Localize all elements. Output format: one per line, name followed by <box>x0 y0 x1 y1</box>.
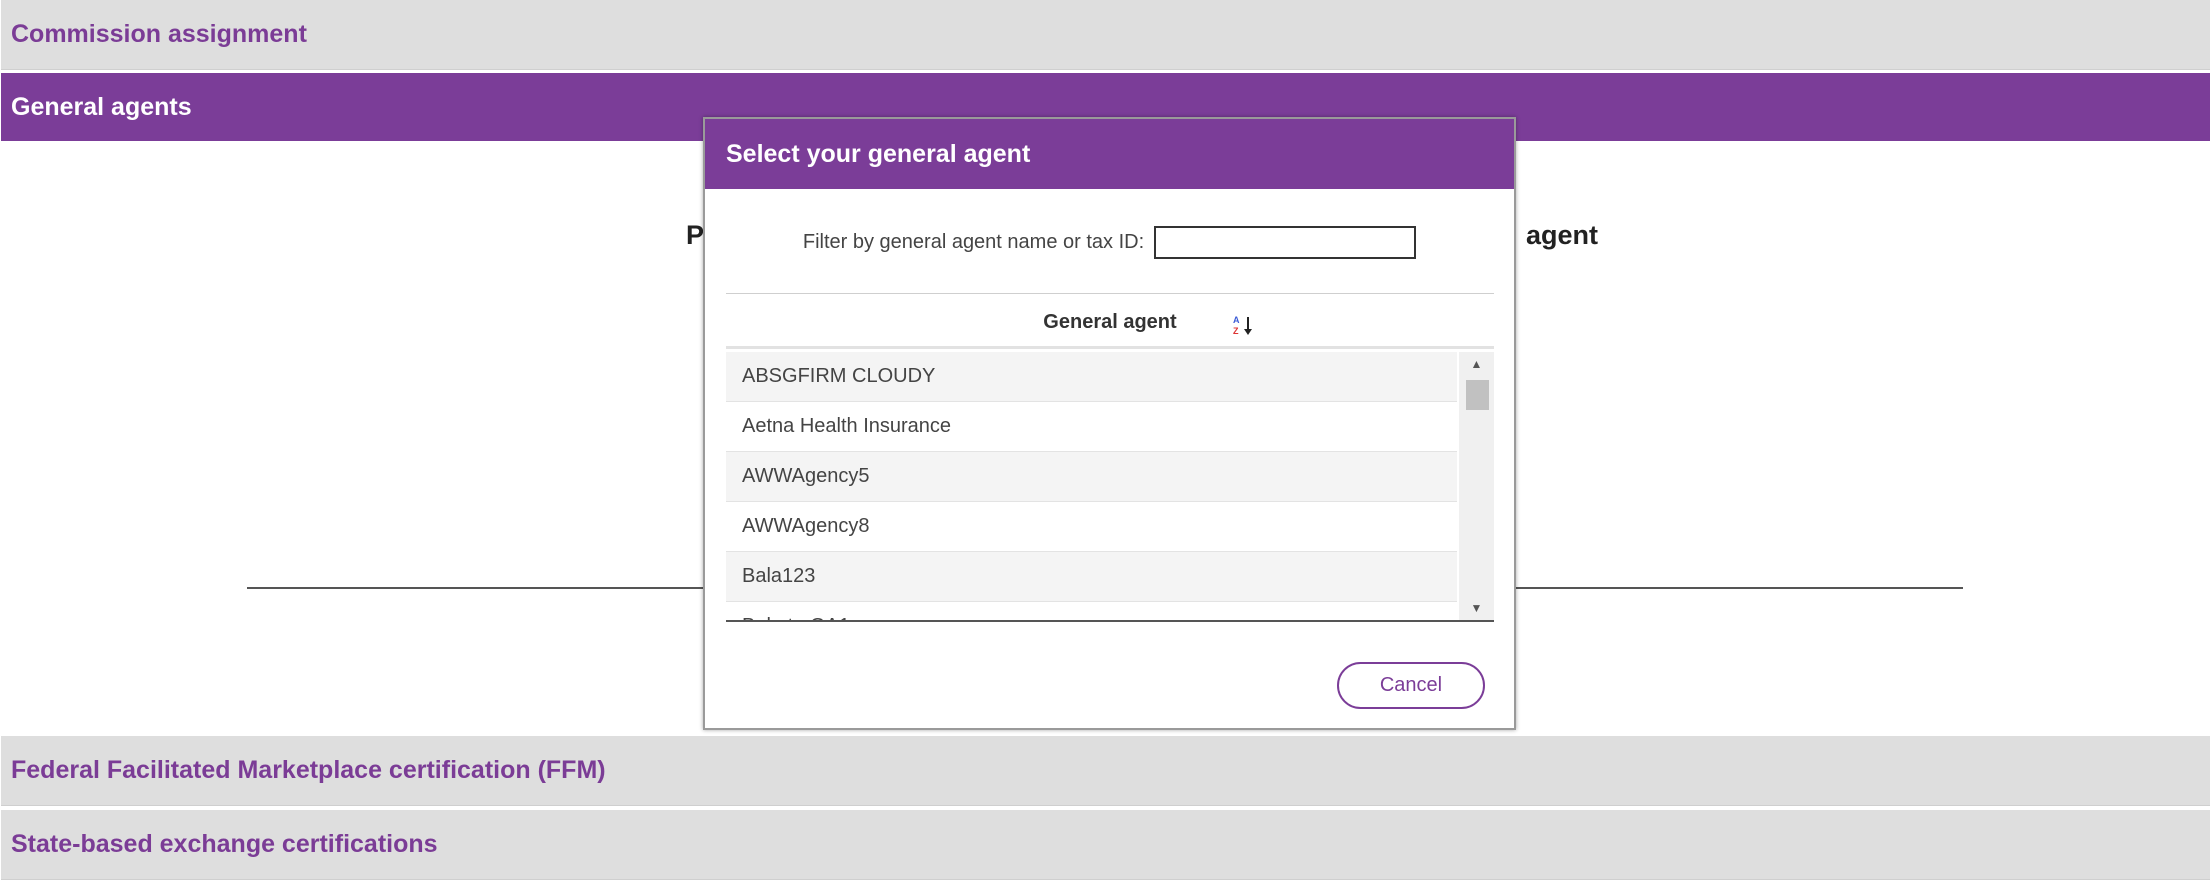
agent-list-item[interactable]: Bala to GA1 <box>726 602 1457 620</box>
list-scrollbar[interactable]: ▲ ▼ <box>1459 352 1494 620</box>
agent-list-item[interactable]: Aetna Health Insurance <box>726 402 1457 452</box>
page: Commission assignment General agents P a… <box>0 0 2211 883</box>
section-title: General agents <box>11 92 192 121</box>
agent-list-item[interactable]: AWWAgency8 <box>726 502 1457 552</box>
scroll-thumb[interactable] <box>1466 380 1489 410</box>
filter-input[interactable] <box>1154 226 1417 259</box>
cancel-button[interactable]: Cancel <box>1337 662 1485 709</box>
agent-list: ABSGFIRM CLOUDY Aetna Health Insurance AWW… <box>726 352 1494 622</box>
section-title: Commission assignment <box>11 20 307 48</box>
scroll-up-arrow-icon[interactable]: ▲ <box>1459 354 1494 374</box>
agent-list-item[interactable]: ABSGFIRM CLOUDY <box>726 352 1457 402</box>
svg-text:Z: Z <box>1233 326 1239 336</box>
filter-label: Filter by general agent name or tax ID: <box>802 231 1145 253</box>
section-ffm-certification[interactable]: Federal Facilitated Marketplace certific… <box>1 736 2210 806</box>
sort-alpha-icon[interactable]: A Z <box>1231 313 1255 337</box>
agent-list-items: ABSGFIRM CLOUDY Aetna Health Insurance AWW… <box>726 352 1457 620</box>
section-title: Federal Facilitated Marketplace certific… <box>11 756 606 784</box>
column-header-label: General agent <box>1043 311 1177 333</box>
select-general-agent-dialog: Select your general agent Filter by gene… <box>703 117 1516 730</box>
section-title: State-based exchange certifications <box>11 830 438 858</box>
svg-text:A: A <box>1233 315 1240 325</box>
agent-list-item[interactable]: AWWAgency5 <box>726 452 1457 502</box>
dialog-title: Select your general agent <box>726 139 1031 168</box>
section-state-exchange-certifications[interactable]: State-based exchange certifications <box>1 810 2210 880</box>
dialog-header: Select your general agent <box>705 119 1514 189</box>
filter-divider <box>726 293 1494 294</box>
filter-row: Filter by general agent name or tax ID: <box>705 226 1514 259</box>
background-text-left: P <box>686 220 705 250</box>
background-text-right: agent <box>1526 220 1599 250</box>
agent-list-item[interactable]: Bala123 <box>726 552 1457 602</box>
scroll-down-arrow-icon[interactable]: ▼ <box>1459 598 1494 618</box>
section-commission-assignment[interactable]: Commission assignment <box>1 0 2210 70</box>
column-header-general-agent[interactable]: General agent A Z <box>726 299 1494 349</box>
